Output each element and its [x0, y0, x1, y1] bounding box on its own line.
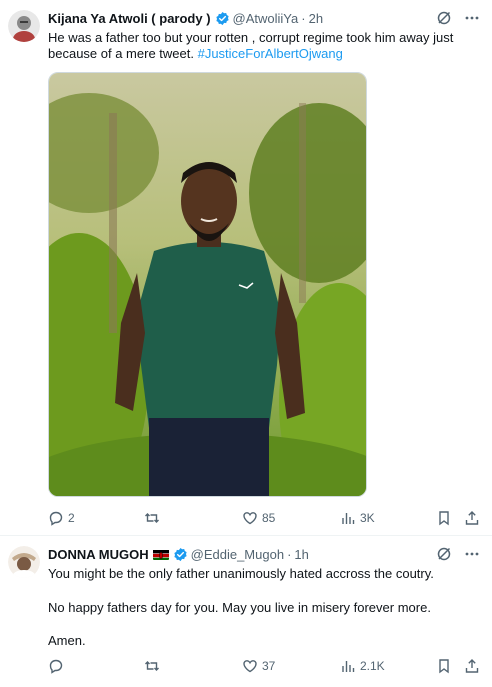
- reply-icon: [49, 511, 63, 526]
- repost-button[interactable]: [144, 510, 164, 526]
- author-avatar[interactable]: [8, 10, 40, 42]
- grok-icon[interactable]: [436, 10, 452, 26]
- avatar-image: [8, 10, 40, 42]
- reply-count: 2: [68, 511, 75, 525]
- tweet-1-actions: 2 85 3K: [48, 508, 480, 528]
- reply-button[interactable]: 2: [48, 510, 75, 526]
- bookmark-icon: [439, 511, 449, 526]
- author-avatar[interactable]: [8, 546, 40, 578]
- bookmark-button[interactable]: [436, 658, 452, 674]
- bookmark-icon: [439, 659, 449, 674]
- views-icon: [342, 661, 355, 672]
- like-icon: [243, 660, 257, 673]
- author-handle[interactable]: @Eddie_Mugoh: [191, 547, 284, 562]
- grok-icon[interactable]: [436, 546, 452, 562]
- share-icon: [465, 511, 479, 525]
- tweet-2-line-3: Amen.: [48, 633, 86, 648]
- repost-icon: [145, 661, 159, 671]
- hashtag-link[interactable]: #JusticeForAlbertOjwang: [198, 46, 343, 61]
- tweet-2-line-2: No happy fathers day for you. May you li…: [48, 600, 431, 615]
- tweet-1-header: Kijana Ya Atwoli ( parody ) @AtwoliiYa ·…: [48, 9, 323, 27]
- separator-dot: ·: [287, 546, 292, 562]
- repost-icon: [145, 513, 159, 523]
- separator-dot: ·: [301, 10, 306, 26]
- timestamp[interactable]: 2h: [309, 11, 323, 26]
- repost-button[interactable]: [144, 658, 164, 674]
- photo-image: [49, 73, 366, 496]
- reply-icon: [49, 659, 63, 674]
- verified-badge-icon: [174, 547, 187, 561]
- avatar-image: [8, 546, 40, 578]
- verified-badge-icon: [215, 11, 229, 25]
- share-button[interactable]: [464, 658, 480, 674]
- more-icon[interactable]: [464, 546, 480, 562]
- views-count: 2.1K: [360, 659, 385, 673]
- tweet-2-line-1: You might be the only father unanimously…: [48, 566, 434, 581]
- bookmark-button[interactable]: [436, 510, 452, 526]
- views-icon: [342, 513, 355, 524]
- tweet-1-text: He was a father too but your rotten , co…: [48, 30, 478, 62]
- like-count: 37: [262, 659, 276, 673]
- tweet-photo[interactable]: [48, 72, 367, 497]
- views-count: 3K: [360, 511, 375, 525]
- author-name[interactable]: DONNA MUGOH: [48, 547, 149, 562]
- tweet-2-actions: 37 2.1K: [48, 656, 480, 676]
- more-icon[interactable]: [464, 10, 480, 26]
- like-count: 85: [262, 511, 276, 525]
- like-button[interactable]: 37: [242, 658, 275, 674]
- author-handle[interactable]: @AtwoliiYa: [233, 11, 299, 26]
- tweet-2-header: DONNA MUGOH @Eddie_Mugoh · 1h: [48, 545, 309, 563]
- share-button[interactable]: [464, 510, 480, 526]
- tweet-1-top-actions: [436, 10, 480, 26]
- author-name[interactable]: Kijana Ya Atwoli ( parody ): [48, 11, 211, 26]
- tweet-2-top-actions: [436, 546, 480, 562]
- share-icon: [465, 659, 479, 673]
- views-button[interactable]: 3K: [340, 510, 375, 526]
- views-button[interactable]: 2.1K: [340, 658, 385, 674]
- timestamp[interactable]: 1h: [294, 547, 308, 562]
- kenya-flag-icon: [152, 549, 169, 560]
- like-button[interactable]: 85: [242, 510, 275, 526]
- reply-button[interactable]: [48, 658, 68, 674]
- like-icon: [243, 512, 257, 525]
